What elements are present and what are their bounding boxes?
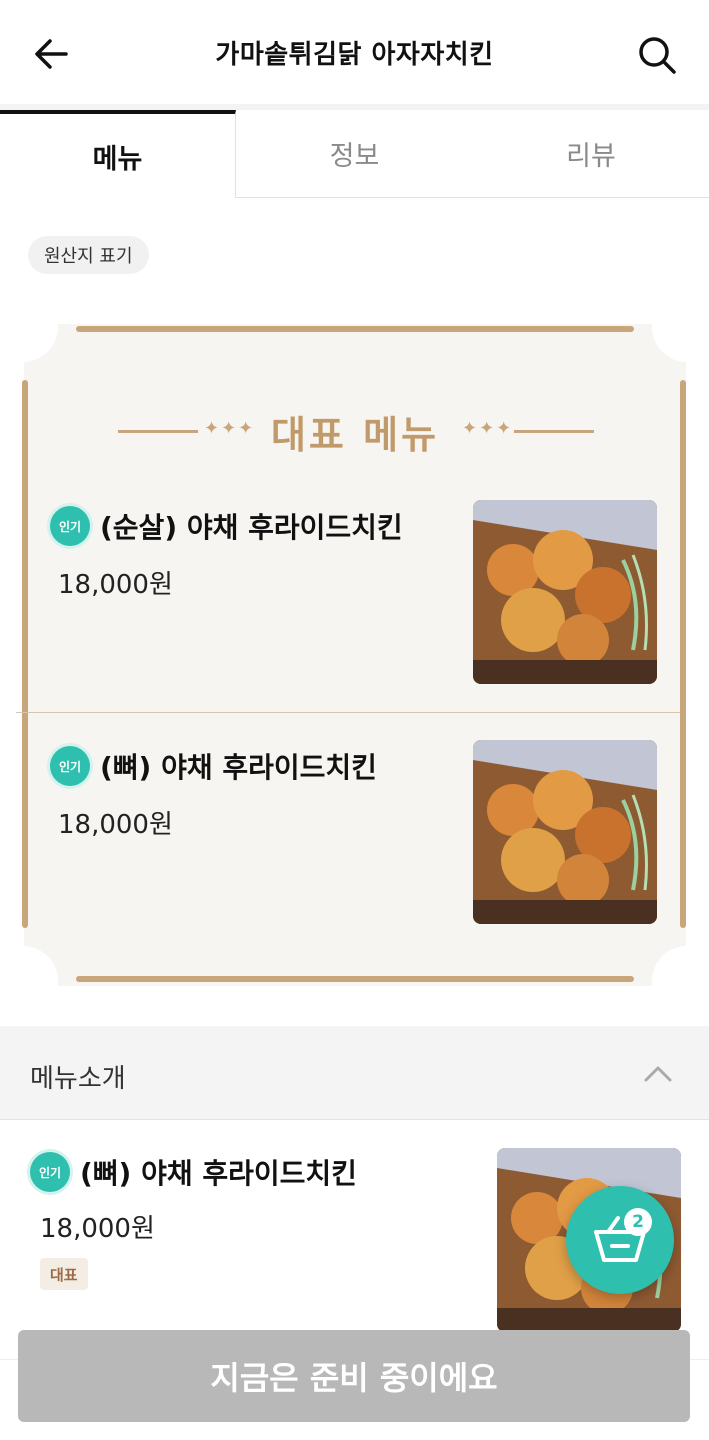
item-price: 18,000원 bbox=[58, 570, 173, 600]
frame-corner bbox=[652, 946, 709, 1016]
featured-item[interactable]: 인기 (뼈) 야채 후라이드치킨 18,000원 bbox=[30, 730, 660, 950]
item-name: (뼈) 야채 후라이드치킨 bbox=[80, 1157, 357, 1190]
popular-badge: 인기 bbox=[30, 1152, 70, 1192]
item-name: (뼈) 야채 후라이드치킨 bbox=[100, 751, 377, 784]
popular-badge: 인기 bbox=[50, 506, 90, 546]
tab-info[interactable]: 정보 bbox=[236, 110, 473, 198]
frame-border bbox=[680, 380, 686, 928]
item-divider bbox=[16, 712, 680, 713]
frame-border bbox=[22, 380, 28, 928]
origin-label-button[interactable]: 원산지 표기 bbox=[28, 236, 149, 274]
search-button[interactable] bbox=[634, 32, 680, 78]
section-title: 메뉴소개 bbox=[30, 1064, 126, 1094]
item-price: 18,000원 bbox=[40, 1214, 155, 1244]
frame-border bbox=[76, 326, 634, 332]
heading-ornament bbox=[514, 430, 594, 433]
featured-tag: 대표 bbox=[40, 1258, 88, 1290]
cart-button[interactable]: 2 bbox=[566, 1186, 674, 1294]
frame-border bbox=[76, 976, 634, 982]
cart-count-badge: 2 bbox=[624, 1208, 652, 1236]
menu-section-header[interactable]: 메뉴소개 bbox=[0, 1026, 709, 1120]
fried-chicken-photo bbox=[473, 740, 657, 924]
featured-item[interactable]: 인기 (순살) 야채 후라이드치킨 18,000원 bbox=[30, 490, 660, 710]
heading-ornament: ✦✦✦ bbox=[462, 418, 514, 439]
search-icon bbox=[639, 37, 676, 74]
tab-bar: 메뉴 정보 리뷰 bbox=[0, 110, 709, 198]
item-name: (순살) 야채 후라이드치킨 bbox=[100, 511, 403, 544]
app-header: 가마솥튀김닭 아자자치킨 bbox=[0, 0, 709, 106]
item-price: 18,000원 bbox=[58, 810, 173, 840]
tab-menu[interactable]: 메뉴 bbox=[0, 110, 236, 198]
popular-badge: 인기 bbox=[50, 746, 90, 786]
page-title: 가마솥튀김닭 아자자치킨 bbox=[215, 40, 494, 70]
basket-icon bbox=[594, 1216, 646, 1262]
tab-reviews[interactable]: 리뷰 bbox=[473, 110, 709, 198]
chevron-up-icon bbox=[644, 1066, 672, 1082]
fried-chicken-photo bbox=[473, 500, 657, 684]
order-status-button[interactable]: 지금은 준비 중이에요 bbox=[18, 1330, 690, 1422]
